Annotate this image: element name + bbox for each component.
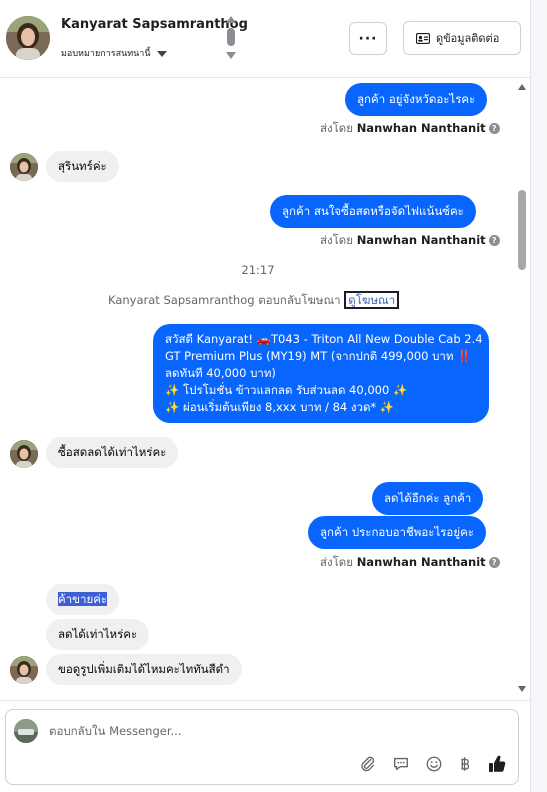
- sent-by-prefix: ส่งโดย: [320, 555, 354, 569]
- message-incoming[interactable]: สุรินทร์ค่ะ: [46, 151, 119, 182]
- message-text: สุรินทร์ค่ะ: [58, 159, 107, 173]
- assign-label: มอบหมายการสนทนานี้: [61, 49, 151, 59]
- chevron-down-icon[interactable]: [226, 52, 236, 59]
- message-incoming[interactable]: ซื้อสดลดได้เท่าไหร่คะ: [46, 437, 179, 468]
- sent-by-label: ส่งโดย Nanwhan Nanthanit?: [320, 120, 500, 138]
- help-icon[interactable]: ?: [488, 557, 500, 568]
- sender-name: Nanwhan Nanthanit: [356, 121, 486, 135]
- nav-handle-icon: [227, 28, 235, 46]
- message-text: ลดได้เท่าไหร่คะ: [58, 627, 138, 641]
- message-text: ลดได้อีกค่ะ ลูกค้า: [384, 491, 472, 505]
- contact-avatar[interactable]: [6, 16, 50, 60]
- conversation-header: Kanyarat Sapsamranthog มอบหมายการสนทนานี…: [0, 0, 530, 78]
- sent-by-label: ส่งโดย Nanwhan Nanthanit?: [320, 232, 500, 250]
- message-text: ลูกค้า อยู่จังหวัดอะไรคะ: [357, 92, 476, 106]
- sent-by-prefix: ส่งโดย: [320, 121, 354, 135]
- sender-name: Nanwhan Nanthanit: [356, 555, 486, 569]
- composer-divider: [0, 700, 530, 701]
- message-incoming[interactable]: ค้าขายค่ะ: [46, 584, 120, 615]
- message-outgoing[interactable]: ลูกค้า สนใจซื้อสดหรือจัดไฟแน้นซ์คะ: [270, 195, 476, 228]
- assign-conversation-dropdown[interactable]: มอบหมายการสนทนานี้: [61, 46, 167, 60]
- paperclip-icon[interactable]: [358, 754, 378, 774]
- promo-line: สวัสดี Kanyarat! 🚗T043 - Triton All New …: [165, 332, 483, 346]
- sent-by-label: ส่งโดย Nanwhan Nanthanit?: [320, 554, 500, 572]
- ad-reply-text: Kanyarat Sapsamranthog ตอบกลับโฆษณา: [108, 293, 341, 307]
- message-incoming[interactable]: ลดได้เท่าไหร่คะ: [46, 619, 150, 650]
- messages-scrollbar[interactable]: [514, 80, 530, 696]
- chevron-down-icon: [156, 50, 167, 57]
- sender-name: Nanwhan Nanthanit: [356, 233, 486, 247]
- saved-reply-icon[interactable]: [391, 754, 411, 774]
- message-outgoing[interactable]: ลูกค้า อยู่จังหวัดอะไรคะ: [345, 83, 488, 116]
- message-text-selected: ค้าขายค่ะ: [58, 592, 108, 606]
- message-text: ลูกค้า ประกอบอาชีพอะไรอยู่คะ: [320, 525, 474, 539]
- contact-name[interactable]: Kanyarat Sapsamranthog: [61, 17, 248, 32]
- chevron-up-icon[interactable]: [226, 16, 236, 23]
- promo-message[interactable]: สวัสดี Kanyarat! 🚗T043 - Triton All New …: [153, 324, 489, 423]
- contact-avatar-small: [10, 656, 38, 684]
- more-icon: ···: [358, 30, 378, 47]
- message-text: ขอดูรูปเพิ่มเติมได้ไหมคะไททันสีดำ: [58, 662, 230, 676]
- thumbs-up-icon[interactable]: [487, 754, 507, 774]
- baht-icon[interactable]: [455, 754, 475, 774]
- composer: [5, 709, 519, 785]
- page-avatar: [14, 719, 38, 743]
- more-button[interactable]: ···: [349, 22, 387, 55]
- reply-input[interactable]: [49, 724, 469, 738]
- view-ad-link[interactable]: ดูโฆษณา: [344, 291, 400, 309]
- window-edge: [530, 0, 547, 792]
- promo-line: ✨ โปรโมชั่น ข้าวแลกลด รับส่วนลด 40,000 ✨: [165, 383, 408, 397]
- emoji-icon[interactable]: [424, 754, 444, 774]
- timestamp: 21:17: [241, 263, 275, 277]
- promo-line: ✨ ผ่อนเริ่มต้นเพียง 8,xxx บาท / 84 งวด* …: [165, 400, 395, 414]
- contact-card-icon: [416, 32, 430, 44]
- sent-by-prefix: ส่งโดย: [320, 233, 354, 247]
- promo-line: ลดทันที 40,000 บาท): [165, 366, 276, 380]
- view-contact-info-label: ดูข้อมูลติดต่อ: [436, 32, 500, 45]
- message-text: ลูกค้า สนใจซื้อสดหรือจัดไฟแน้นซ์คะ: [282, 204, 464, 218]
- scroll-down-icon[interactable]: [518, 686, 526, 692]
- view-contact-info-button[interactable]: ดูข้อมูลติดต่อ: [403, 21, 521, 55]
- contact-avatar-small: [10, 153, 38, 181]
- contact-avatar-small: [10, 440, 38, 468]
- message-incoming[interactable]: ขอดูรูปเพิ่มเติมได้ไหมคะไททันสีดำ: [46, 654, 242, 685]
- scroll-thumb[interactable]: [518, 190, 526, 270]
- ad-reply-note: Kanyarat Sapsamranthog ตอบกลับโฆษณา ดูโฆ…: [108, 291, 400, 310]
- message-text: ซื้อสดลดได้เท่าไหร่คะ: [58, 445, 167, 459]
- conversation-nav[interactable]: [226, 16, 236, 62]
- help-icon[interactable]: ?: [488, 123, 500, 134]
- scroll-up-icon[interactable]: [518, 84, 526, 90]
- message-outgoing[interactable]: ลดได้อีกค่ะ ลูกค้า: [372, 482, 484, 515]
- promo-line: GT Premium Plus (MY19) MT (จากปกติ 499,0…: [165, 349, 472, 363]
- conversation-panel: Kanyarat Sapsamranthog มอบหมายการสนทนานี…: [0, 0, 547, 792]
- help-icon[interactable]: ?: [488, 235, 500, 246]
- message-outgoing[interactable]: ลูกค้า ประกอบอาชีพอะไรอยู่คะ: [308, 516, 486, 549]
